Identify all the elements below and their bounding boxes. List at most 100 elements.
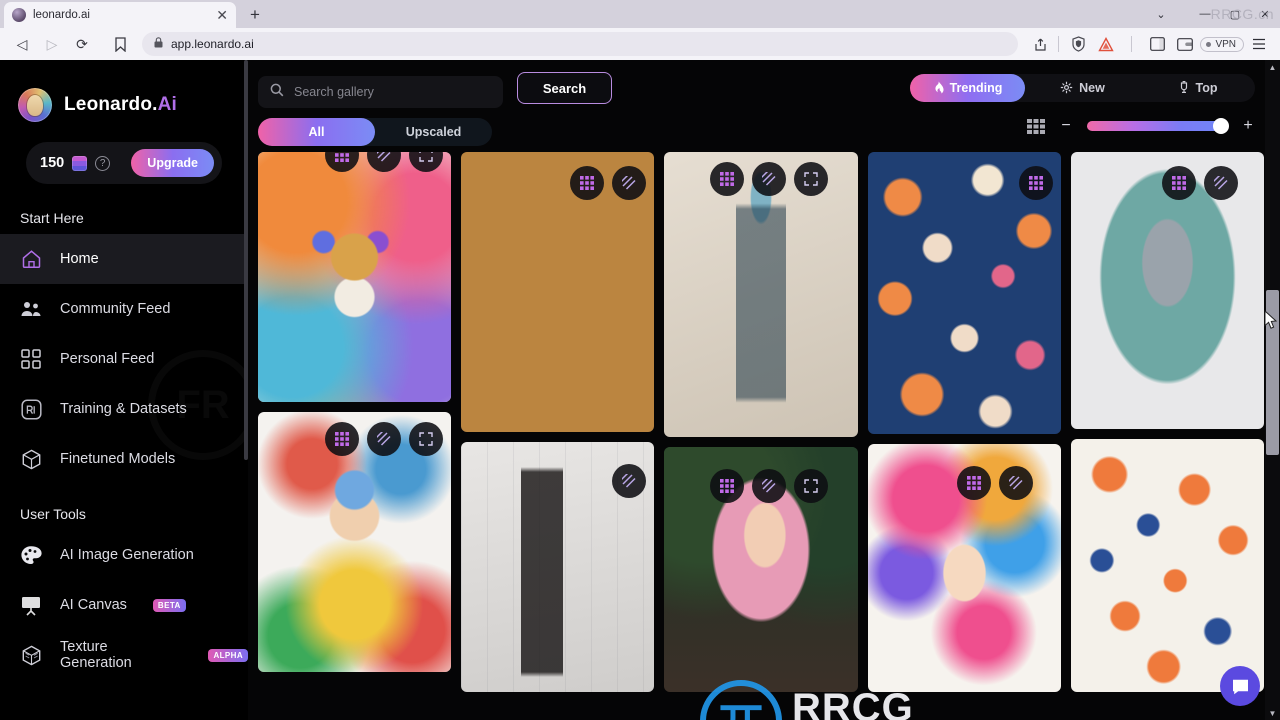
sidebar-item-texture-generation[interactable]: Texture Generation ALPHA xyxy=(0,630,248,680)
sidebar-item-personal-feed[interactable]: Personal Feed xyxy=(0,334,248,384)
upscale-button[interactable] xyxy=(710,162,745,196)
gallery-card[interactable] xyxy=(1070,439,1264,692)
card-actions xyxy=(325,152,444,172)
tab-trending-label: Trending xyxy=(949,81,1003,95)
expand-button[interactable] xyxy=(794,162,829,196)
zoom-in-button[interactable]: + xyxy=(1241,117,1255,135)
tab-top-label: Top xyxy=(1195,81,1218,95)
gallery-card[interactable] xyxy=(867,444,1061,692)
address-bar[interactable]: app.leonardo.ai xyxy=(142,32,1019,56)
variation-button[interactable] xyxy=(612,166,647,200)
gallery-column xyxy=(461,152,655,692)
upgrade-button[interactable]: Upgrade xyxy=(131,149,214,177)
sidebar-section-start-here: Start Here xyxy=(20,210,84,226)
tab-trending[interactable]: Trending xyxy=(910,74,1025,102)
zoom-slider-knob[interactable] xyxy=(1213,118,1229,134)
chat-bubble-icon[interactable] xyxy=(1220,666,1260,706)
gallery-card[interactable] xyxy=(258,412,452,672)
gallery-card[interactable] xyxy=(867,152,1061,434)
tab-all[interactable]: All xyxy=(258,118,375,146)
expand-button[interactable] xyxy=(794,469,829,503)
zoom-slider[interactable] xyxy=(1087,118,1229,134)
sidebar-panel-icon[interactable] xyxy=(1144,30,1170,58)
gallery-card[interactable] xyxy=(664,447,858,692)
browser-tab[interactable]: leonardo.ai ✕ xyxy=(4,2,236,28)
share-icon[interactable] xyxy=(1026,30,1052,58)
credits-coin-icon xyxy=(72,155,88,171)
sidebar-item-home[interactable]: Home xyxy=(0,234,248,284)
sidebar-item-ai-image-generation[interactable]: AI Image Generation xyxy=(0,530,248,580)
image-gallery xyxy=(258,152,1264,720)
gallery-toolbar: Search All Upscaled Trending xyxy=(248,60,1280,152)
tab-close-icon[interactable]: ✕ xyxy=(216,8,228,22)
variation-button[interactable] xyxy=(367,152,402,172)
sidebar-item-training-datasets[interactable]: Training & Datasets xyxy=(0,384,248,434)
sidebar-item-ai-canvas[interactable]: AI Canvas BETA xyxy=(0,580,248,630)
leo-icon[interactable] xyxy=(1093,30,1119,58)
tab-search-chevron-icon[interactable]: ⌄ xyxy=(1146,0,1176,28)
sidebar-item-finetuned-models[interactable]: Finetuned Models xyxy=(0,434,248,484)
credits-amount: 150 xyxy=(40,155,65,171)
bookmark-icon[interactable] xyxy=(106,30,134,58)
variation-button[interactable] xyxy=(1203,166,1238,200)
main-content: Search All Upscaled Trending xyxy=(248,60,1280,720)
brand-name-text: Leonardo. xyxy=(64,94,158,115)
tab-title: leonardo.ai xyxy=(33,9,90,21)
variation-button[interactable] xyxy=(752,162,787,196)
hamburger-menu-icon[interactable] xyxy=(1246,30,1272,58)
help-icon[interactable]: ? xyxy=(95,155,111,171)
mouse-cursor xyxy=(1264,309,1278,335)
scroll-up-arrow[interactable]: ▲ xyxy=(1265,60,1280,74)
card-actions xyxy=(570,166,647,200)
flame-icon xyxy=(933,81,944,96)
tab-upscaled[interactable]: Upscaled xyxy=(375,118,492,146)
shield-icon[interactable] xyxy=(1065,30,1091,58)
variation-button[interactable] xyxy=(998,466,1033,500)
sidebar-item-label: AI Canvas xyxy=(60,597,127,613)
gallery-card[interactable] xyxy=(461,442,655,692)
gallery-card[interactable] xyxy=(258,152,452,402)
easel-icon xyxy=(20,594,42,616)
variation-button[interactable] xyxy=(367,422,402,456)
gallery-column xyxy=(867,152,1061,692)
reload-button[interactable]: ⟳ xyxy=(68,30,96,58)
address-bar-url: app.leonardo.ai xyxy=(171,37,254,51)
new-tab-button[interactable]: + xyxy=(242,2,268,28)
upscale-button[interactable] xyxy=(325,422,360,456)
forward-button[interactable]: ▷ xyxy=(38,30,66,58)
vpn-button[interactable]: VPN xyxy=(1200,36,1244,52)
expand-button[interactable] xyxy=(409,422,444,456)
wallet-icon[interactable] xyxy=(1172,30,1198,58)
expand-button[interactable] xyxy=(409,152,444,172)
search-input[interactable] xyxy=(294,85,491,99)
gallery-column xyxy=(258,152,452,692)
scroll-down-arrow[interactable]: ▼ xyxy=(1265,706,1280,720)
variation-button[interactable] xyxy=(752,469,787,503)
card-actions xyxy=(1018,166,1053,200)
upscale-button[interactable] xyxy=(956,466,991,500)
training-icon xyxy=(20,398,42,420)
upscale-button[interactable] xyxy=(570,166,605,200)
gallery-card[interactable] xyxy=(664,152,858,437)
card-actions xyxy=(1161,166,1238,200)
search-field-wrapper[interactable] xyxy=(258,76,503,108)
gallery-card[interactable] xyxy=(1070,152,1264,429)
upscale-button[interactable] xyxy=(325,152,360,172)
filter-tabs: All Upscaled xyxy=(258,118,492,146)
search-button[interactable]: Search xyxy=(517,72,612,104)
tab-new[interactable]: New xyxy=(1025,74,1140,102)
sidebar-item-label: Community Feed xyxy=(60,301,171,317)
upscale-button[interactable] xyxy=(1018,166,1053,200)
page-scrollbar[interactable]: ▲ ▼ xyxy=(1265,60,1280,720)
upscale-button[interactable] xyxy=(1161,166,1196,200)
upscale-button[interactable] xyxy=(710,469,745,503)
tab-top[interactable]: Top xyxy=(1140,74,1255,102)
card-actions xyxy=(325,422,444,456)
back-button[interactable]: ◁ xyxy=(8,30,36,58)
variation-button[interactable] xyxy=(612,464,647,498)
grid-density-icon[interactable] xyxy=(1027,118,1045,134)
sidebar-item-community-feed[interactable]: Community Feed xyxy=(0,284,248,334)
brand[interactable]: Leonardo.Ai xyxy=(0,78,248,122)
zoom-out-button[interactable]: − xyxy=(1059,117,1073,135)
gallery-card[interactable] xyxy=(461,152,655,432)
